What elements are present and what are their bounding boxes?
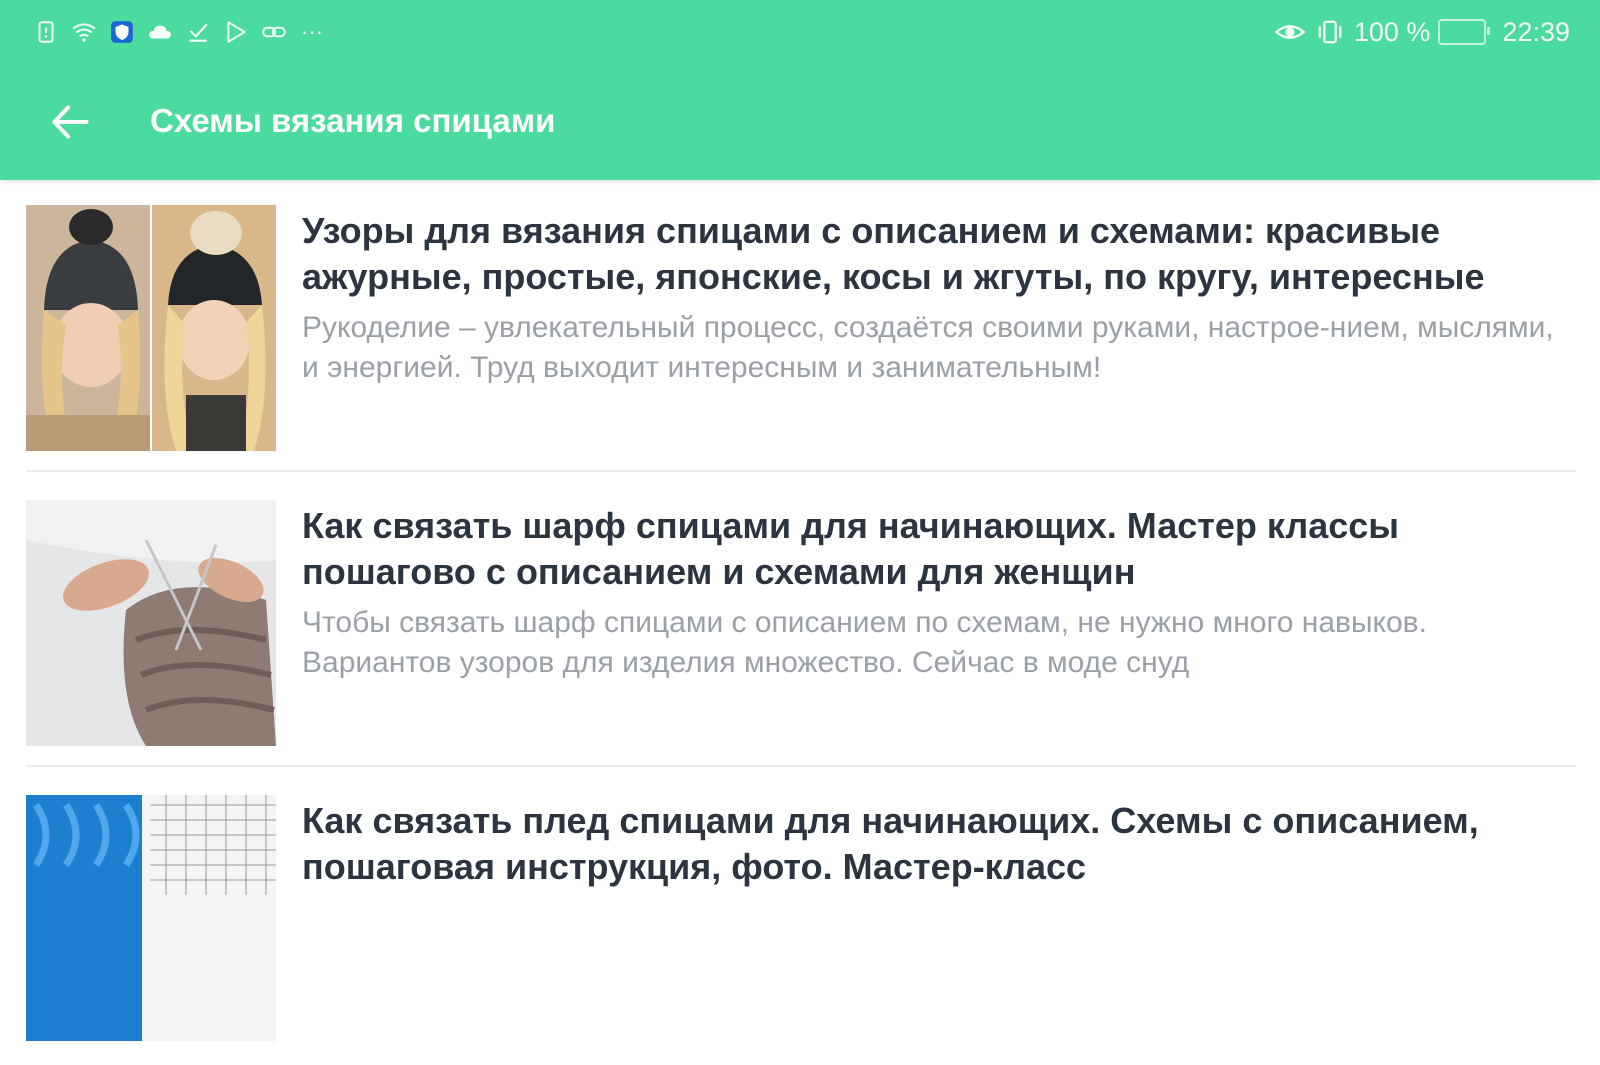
article-item[interactable]: Узоры для вязания спицами с описанием и …: [26, 180, 1576, 475]
article-thumbnail: [26, 205, 276, 451]
vibrate-icon: [1314, 18, 1346, 46]
article-text: Как связать плед спицами для начинающих.…: [302, 798, 1572, 898]
status-system-icons: 100 % 22:39: [1274, 14, 1570, 50]
eye-comfort-icon: [1274, 18, 1306, 46]
article-title: Как связать плед спицами для начинающих.…: [302, 800, 1479, 887]
battery-icon: [1438, 19, 1491, 45]
status-bar: ··· 100 % 22:39: [0, 0, 1600, 62]
shield-app-icon: [108, 18, 136, 46]
article-description: Чтобы связать шарф спицами с описанием п…: [302, 606, 1427, 679]
back-button[interactable]: [40, 92, 100, 152]
status-notification-icons: ···: [32, 14, 326, 50]
battery-percent: 100 %: [1353, 16, 1431, 47]
status-time: 22:39: [1502, 16, 1570, 47]
link-icon: [260, 18, 288, 46]
list-divider: [26, 470, 1576, 472]
article-item[interactable]: Как связать шарф спицами для начинающих.…: [26, 475, 1576, 770]
app-header: ··· 100 % 22:39 Схемы вязания спицами: [0, 0, 1600, 180]
app-bar: Схемы вязания спицами: [0, 80, 1600, 164]
article-item[interactable]: Как связать плед спицами для начинающих.…: [26, 770, 1576, 1065]
article-title: Как связать шарф спицами для начинающих.…: [302, 505, 1400, 592]
play-store-icon: [222, 18, 250, 46]
article-title: Узоры для вязания спицами с описанием и …: [302, 210, 1485, 297]
article-description: Рукоделие – увлекательный процесс, созда…: [302, 311, 1554, 384]
cloud-icon: [146, 18, 174, 46]
arrow-left-icon: [52, 105, 89, 139]
list-divider: [26, 765, 1576, 767]
article-thumbnail: [26, 795, 276, 1041]
download-done-icon: [184, 18, 212, 46]
more-dots-icon: ···: [301, 19, 323, 44]
wifi-icon: [70, 18, 98, 46]
page-title: Схемы вязания спицами: [150, 102, 556, 139]
article-thumbnail: [26, 500, 276, 746]
sim-alert-icon: [32, 18, 60, 46]
article-text: Узоры для вязания спицами с описанием и …: [302, 208, 1572, 388]
article-text: Как связать шарф спицами для начинающих.…: [302, 503, 1572, 683]
